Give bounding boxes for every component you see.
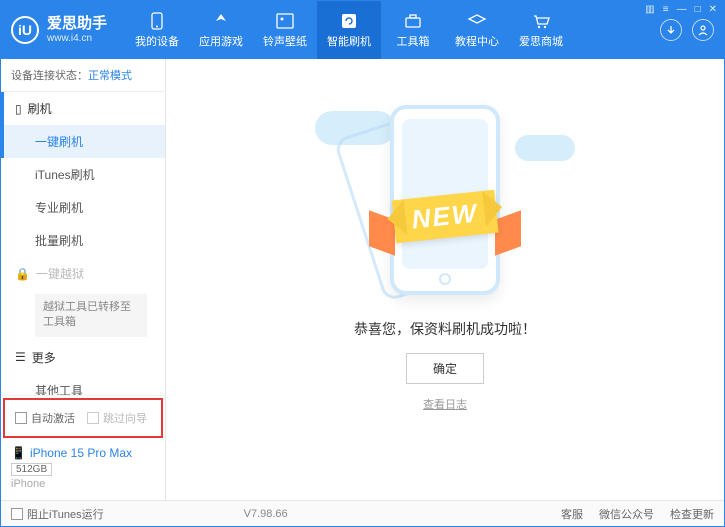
brand: iU 爱思助手 www.i4.cn: [11, 16, 107, 44]
checkbox-skip-guide[interactable]: 跳过向导: [87, 410, 147, 426]
sidebar-item-other-tools[interactable]: 其他工具: [1, 374, 165, 395]
footer: 阻止iTunes运行 V7.98.66 客服 微信公众号 检查更新: [1, 500, 724, 526]
nav-store[interactable]: 爱思商城: [509, 1, 573, 59]
nav-label: 爱思商城: [519, 33, 563, 49]
checkbox-icon: [15, 412, 27, 424]
sidebar-group-flash[interactable]: ▯ 刷机: [1, 92, 165, 125]
close-icon[interactable]: ✕: [709, 4, 717, 15]
nav-my-device[interactable]: 我的设备: [125, 1, 189, 59]
device-phone-icon: 📱: [11, 446, 26, 460]
checkbox-label: 自动激活: [31, 410, 75, 426]
status-value: 正常模式: [88, 70, 132, 82]
skin-icon[interactable]: ▥: [645, 4, 654, 15]
graduation-icon: [467, 12, 487, 30]
header: iU 爱思助手 www.i4.cn 我的设备 应用游戏 铃声壁纸 智能刷机: [1, 1, 724, 59]
group-label: 一键越狱: [36, 265, 84, 282]
confirm-button[interactable]: 确定: [406, 353, 484, 384]
checkbox-highlight-row: 自动激活 跳过向导: [3, 398, 163, 438]
sidebar-group-more[interactable]: ☰ 更多: [1, 341, 165, 374]
footer-link-update[interactable]: 检查更新: [670, 506, 714, 522]
success-illustration: NEW: [345, 95, 545, 305]
user-icon[interactable]: [692, 19, 714, 41]
nav-label: 我的设备: [135, 33, 179, 49]
cart-icon: [531, 12, 551, 30]
refresh-icon: [339, 12, 359, 30]
nav-smart-flash[interactable]: 智能刷机: [317, 1, 381, 59]
main-content: NEW 恭喜您，保资料刷机成功啦！ 确定 查看日志: [166, 59, 724, 500]
maximize-icon[interactable]: □: [695, 4, 701, 15]
toolbox-icon: [403, 12, 423, 30]
top-nav: 我的设备 应用游戏 铃声壁纸 智能刷机 工具箱 教程中心: [125, 1, 573, 59]
lock-icon: 🔒: [15, 267, 30, 281]
more-group-icon: ☰: [15, 350, 26, 364]
checkbox-icon: [87, 412, 99, 424]
device-info: 📱 iPhone 15 Pro Max 512GB iPhone: [1, 440, 165, 500]
nav-label: 教程中心: [455, 33, 499, 49]
view-log-link[interactable]: 查看日志: [423, 396, 467, 412]
rocket-icon: [211, 12, 231, 30]
group-label: 刷机: [28, 100, 52, 117]
checkbox-block-itunes[interactable]: 阻止iTunes运行: [11, 506, 104, 522]
status-label: 设备连接状态：: [11, 70, 88, 82]
group-label: 更多: [32, 349, 56, 366]
nav-label: 工具箱: [397, 33, 430, 49]
checkbox-label: 阻止iTunes运行: [27, 506, 104, 522]
sidebar: 设备连接状态：正常模式 ▯ 刷机 一键刷机 iTunes刷机 专业刷机 批量刷机…: [1, 59, 166, 500]
version-label: V7.98.66: [244, 508, 288, 520]
footer-link-wechat[interactable]: 微信公众号: [599, 506, 654, 522]
brand-title: 爱思助手: [47, 16, 107, 33]
device-storage: 512GB: [11, 463, 52, 476]
sidebar-item-one-click-flash[interactable]: 一键刷机: [1, 125, 165, 158]
jailbreak-note: 越狱工具已转移至工具箱: [35, 294, 147, 337]
sidebar-group-jailbreak: 🔒 一键越狱: [1, 257, 165, 290]
checkbox-label: 跳过向导: [103, 410, 147, 426]
flash-group-icon: ▯: [15, 102, 22, 116]
sidebar-item-itunes-flash[interactable]: iTunes刷机: [1, 158, 165, 191]
phone-icon: [147, 12, 167, 30]
menu-icon[interactable]: ≡: [663, 4, 669, 15]
download-icon[interactable]: [660, 19, 682, 41]
image-icon: [275, 12, 295, 30]
success-message: 恭喜您，保资料刷机成功啦！: [354, 319, 536, 339]
checkbox-auto-activate[interactable]: 自动激活: [15, 410, 75, 426]
nav-tutorials[interactable]: 教程中心: [445, 1, 509, 59]
nav-label: 智能刷机: [327, 33, 371, 49]
brand-url: www.i4.cn: [47, 33, 107, 44]
brand-logo: iU: [11, 16, 39, 44]
device-name[interactable]: 📱 iPhone 15 Pro Max: [11, 446, 155, 460]
nav-toolbox[interactable]: 工具箱: [381, 1, 445, 59]
connection-status: 设备连接状态：正常模式: [1, 59, 165, 92]
footer-link-support[interactable]: 客服: [561, 506, 583, 522]
minimize-icon[interactable]: —: [677, 4, 687, 15]
nav-ringtone-wallpaper[interactable]: 铃声壁纸: [253, 1, 317, 59]
nav-apps-games[interactable]: 应用游戏: [189, 1, 253, 59]
nav-label: 应用游戏: [199, 33, 243, 49]
device-model: iPhone: [11, 478, 155, 490]
nav-label: 铃声壁纸: [263, 33, 307, 49]
checkbox-icon: [11, 508, 23, 520]
sidebar-item-pro-flash[interactable]: 专业刷机: [1, 191, 165, 224]
sidebar-item-batch-flash[interactable]: 批量刷机: [1, 224, 165, 257]
